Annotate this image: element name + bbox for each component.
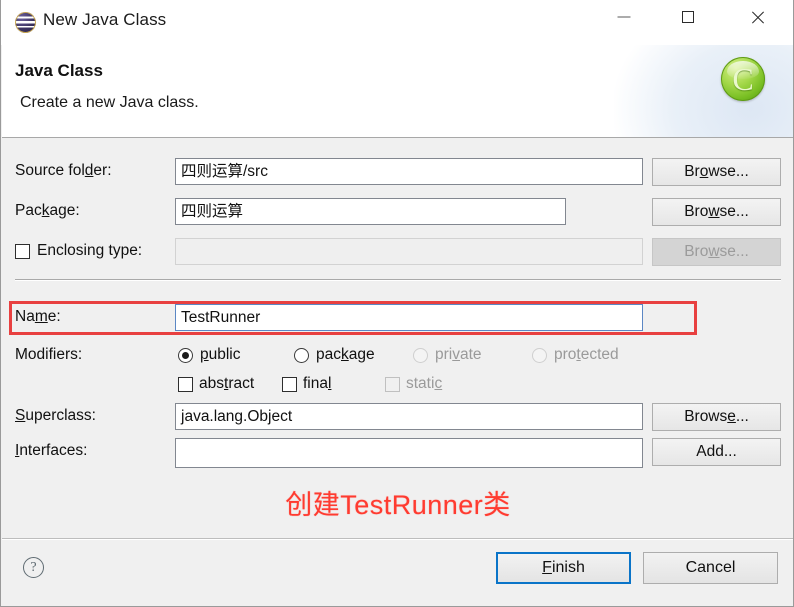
enclosing-type-row: Enclosing type: Browse... [2, 238, 793, 268]
window-title: New Java Class [43, 10, 167, 29]
help-icon[interactable]: ? [23, 557, 44, 578]
page-title: Java Class [15, 61, 103, 80]
enclosing-type-checkbox[interactable] [15, 244, 30, 259]
package-label: Package: [15, 202, 80, 219]
superclass-input[interactable]: java.lang.Object [175, 403, 643, 430]
close-icon [750, 9, 766, 25]
finish-button[interactable]: Finish [496, 552, 631, 584]
modifiers-label: Modifiers: [15, 346, 83, 363]
enclosing-type-label: Enclosing type: [37, 242, 143, 259]
maximize-icon [682, 10, 694, 23]
minimize-icon [617, 16, 631, 17]
new-class-wizard-icon [721, 57, 765, 101]
source-folder-browse-button[interactable]: Browse... [652, 158, 781, 186]
modifier-label-private: private [435, 346, 482, 363]
name-row: Name: TestRunner [2, 304, 793, 334]
new-java-class-dialog: New Java Class Java Class Create a new J… [0, 0, 794, 607]
eclipse-globe-icon [15, 12, 36, 33]
interfaces-add-button[interactable]: Add... [652, 438, 781, 466]
name-input[interactable]: TestRunner [175, 304, 643, 331]
superclass-row: Superclass: java.lang.Object Browse... [2, 403, 793, 433]
modifier-label-abstract: abstract [199, 375, 255, 392]
modifier-label-protected: protected [554, 346, 619, 363]
enclosing-type-browse-button: Browse... [652, 238, 781, 266]
source-folder-label: Source folder: [15, 162, 112, 179]
modifier-label-final: final [303, 375, 332, 392]
dialog-footer: ? Finish Cancel [2, 538, 793, 606]
page-description: Create a new Java class. [20, 94, 199, 111]
modifiers-row: Modifiers: public package private protec… [2, 342, 793, 372]
source-folder-input[interactable]: 四则运算/src [175, 158, 643, 185]
interfaces-row: Interfaces: Add... [2, 438, 793, 468]
modifier-radio-protected [532, 348, 547, 363]
annotation-text: 创建TestRunner类 [285, 490, 511, 520]
superclass-browse-button[interactable]: Browse... [652, 403, 781, 431]
form-separator [15, 279, 781, 280]
interfaces-list[interactable] [175, 438, 643, 468]
superclass-label: Superclass: [15, 407, 96, 424]
package-row: Package: 四则运算 Browse... [2, 198, 793, 228]
name-label: Name: [15, 308, 61, 325]
modifier-checkbox-static [385, 377, 400, 392]
enclosing-type-input [175, 238, 643, 265]
source-folder-row: Source folder: 四则运算/src Browse... [2, 158, 793, 188]
modifier-checkbox-abstract[interactable] [178, 377, 193, 392]
package-input[interactable]: 四则运算 [175, 198, 566, 225]
modifier-flags-row: abstract final static [2, 371, 793, 401]
modifier-radio-package[interactable] [294, 348, 309, 363]
cancel-button[interactable]: Cancel [643, 552, 778, 584]
minimize-button[interactable] [601, 0, 647, 33]
modifier-checkbox-final[interactable] [282, 377, 297, 392]
close-button[interactable] [735, 0, 781, 33]
banner-gradient [614, 45, 793, 137]
title-bar: New Java Class [1, 0, 793, 45]
modifier-label-public: public [200, 346, 241, 363]
wizard-banner: Java Class Create a new Java class. [2, 45, 793, 138]
modifier-radio-private [413, 348, 428, 363]
package-browse-button[interactable]: Browse... [652, 198, 781, 226]
maximize-button[interactable] [665, 0, 711, 33]
icon-gloss [727, 60, 759, 79]
modifier-label-static: static [406, 375, 443, 392]
modifier-radio-public[interactable] [178, 348, 193, 363]
interfaces-label: Interfaces: [15, 442, 88, 459]
form-area: Source folder: 四则运算/src Browse... Packag… [2, 138, 793, 538]
modifier-label-package: package [316, 346, 375, 363]
